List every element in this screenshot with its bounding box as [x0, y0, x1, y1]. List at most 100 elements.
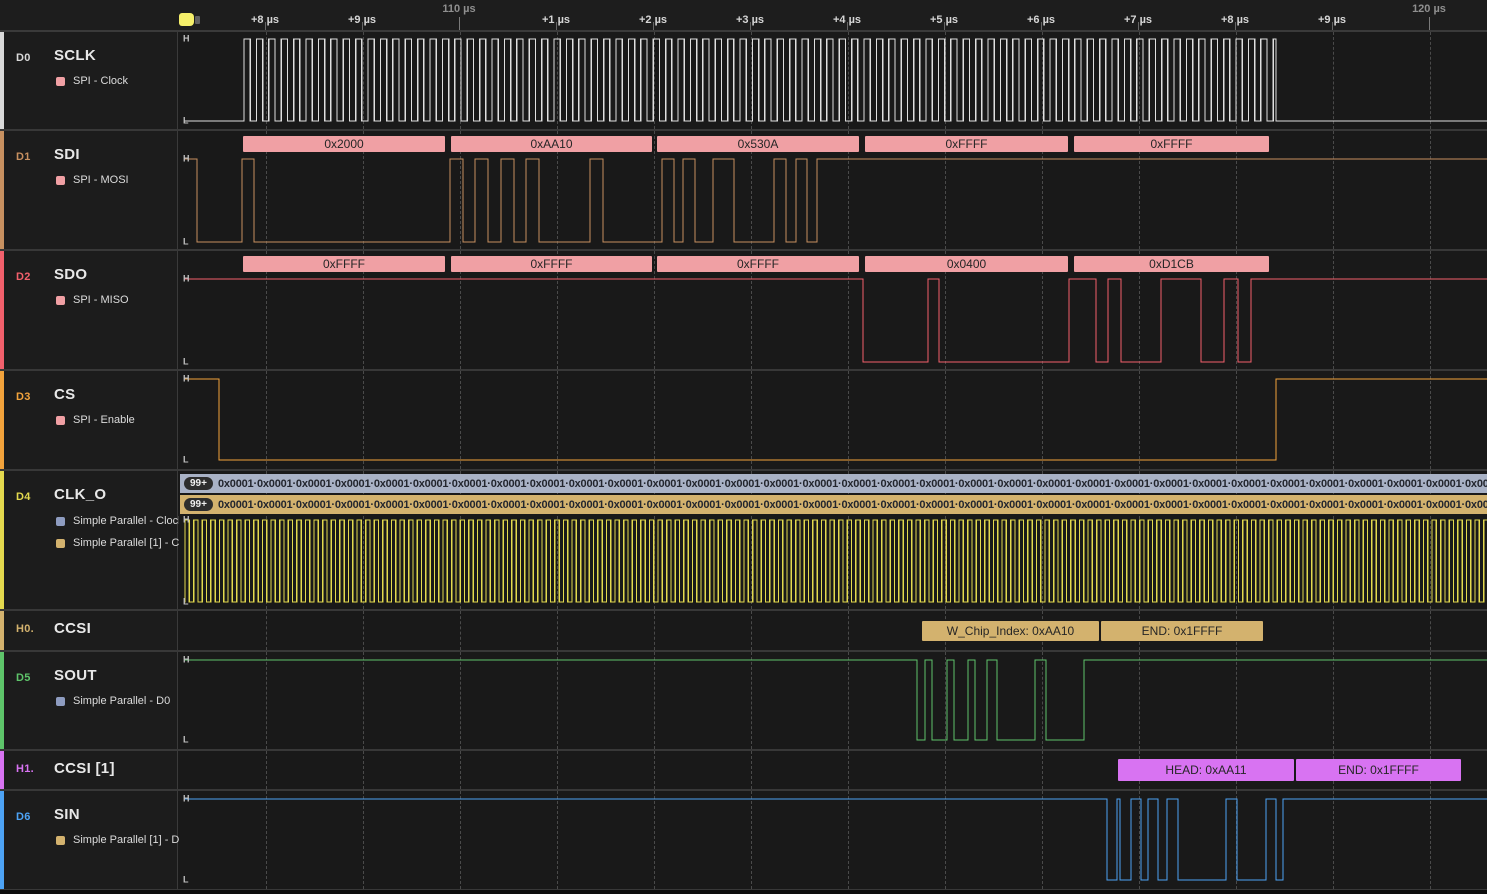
waveform-area-sout[interactable]: H L — [179, 652, 1487, 749]
channel-color-strip — [0, 32, 4, 129]
level-high-label: H — [183, 154, 190, 164]
channel-sidebar-sclk[interactable]: D0 SCLK SPI - Clock — [0, 32, 178, 129]
analyzer-color-swatch — [56, 697, 65, 706]
channel-index-label: D5 — [16, 672, 31, 684]
annotation-box[interactable]: HEAD: 0xAA11 — [1118, 759, 1294, 781]
analyzer-color-swatch — [56, 517, 65, 526]
gridline — [266, 751, 267, 789]
channel-color-strip — [0, 611, 4, 650]
channel-sidebar-ccsi-1[interactable]: H1. CCSI [1] — [0, 751, 178, 789]
channel-sidebar-cs[interactable]: D3 CS SPI - Enable — [0, 371, 178, 469]
analyzer-tag[interactable]: Simple Parallel - D0 — [56, 695, 170, 707]
annotation-box[interactable]: 0xFFFF — [451, 256, 652, 272]
waveform-area-sin[interactable]: H L — [179, 791, 1487, 889]
channel-row-clk-o: D4 CLK_O Simple Parallel - Clock Simple … — [0, 471, 1487, 611]
timeline-tick-mark — [1332, 22, 1333, 30]
annotation-box[interactable]: 0x530A — [657, 136, 859, 152]
gridline — [848, 611, 849, 650]
timeline-tick-mark — [362, 22, 363, 30]
analyzer-tag[interactable]: Simple Parallel [1] - D0 — [56, 834, 186, 846]
channel-name: CCSI — [54, 620, 91, 637]
channel-sidebar-clk-o[interactable]: D4 CLK_O Simple Parallel - Clock Simple … — [0, 471, 178, 609]
gridline — [1333, 611, 1334, 650]
gridline — [751, 751, 752, 789]
channel-color-strip — [0, 791, 4, 889]
level-high-label: H — [183, 515, 190, 525]
channel-color-strip — [0, 131, 4, 249]
annotation-box[interactable]: 0x2000 — [243, 136, 445, 152]
level-low-label: L — [183, 735, 189, 745]
gridline — [945, 751, 946, 789]
gridline — [557, 611, 558, 650]
parallel-values-text: 0x0001·0x0001·0x0001·0x0001·0x0001·0x000… — [218, 499, 1487, 511]
timing-marker-flag[interactable] — [179, 13, 194, 26]
channel-row-ccsi-1: H1. CCSI [1] HEAD: 0xAA11END: 0x1FFFF — [0, 751, 1487, 791]
channel-name: SOUT — [54, 667, 97, 684]
digital-waveform — [179, 32, 1487, 129]
channel-sidebar-sin[interactable]: D6 SIN Simple Parallel [1] - D0 — [0, 791, 178, 889]
analyzer-tag-label: Simple Parallel [1] - D0 — [73, 834, 186, 846]
annotation-box[interactable]: 0xAA10 — [451, 136, 652, 152]
overflow-count-badge: 99+ — [184, 498, 213, 511]
channel-color-strip — [0, 371, 4, 469]
gridline — [363, 611, 364, 650]
parallel-data-row[interactable]: 99+ 0x0001·0x0001·0x0001·0x0001·0x0001·0… — [180, 495, 1487, 514]
logic-analyzer-window: +8 µs+9 µs110 µs+1 µs+2 µs+3 µs+4 µs+5 µ… — [0, 0, 1487, 894]
annotation-box[interactable]: 0xFFFF — [657, 256, 859, 272]
analyzer-tag-label: Simple Parallel [1] - Cl... — [73, 537, 191, 549]
timeline-ruler[interactable]: +8 µs+9 µs110 µs+1 µs+2 µs+3 µs+4 µs+5 µ… — [0, 0, 1487, 32]
channel-sidebar-sdi[interactable]: D1 SDI SPI - MOSI — [0, 131, 178, 249]
channel-row-sclk: D0 SCLK SPI - Clock H L — [0, 32, 1487, 131]
bottom-edge — [0, 890, 1487, 894]
gridline — [1430, 611, 1431, 650]
annotation-box[interactable]: 0xFFFF — [865, 136, 1068, 152]
annotation-box[interactable]: END: 0x1FFFF — [1101, 621, 1263, 641]
level-low-label: L — [183, 597, 189, 607]
timeline-tick-mark — [653, 22, 654, 30]
timeline-tick-mark — [1429, 17, 1430, 30]
timeline-tick-mark — [1041, 22, 1042, 30]
annotation-box[interactable]: 0xFFFF — [243, 256, 445, 272]
channel-index-label: D2 — [16, 271, 31, 283]
gridline — [654, 611, 655, 650]
waveform-area-sdi[interactable]: H L 0x20000xAA100x530A0xFFFF0xFFFF — [179, 131, 1487, 249]
channel-name: CLK_O — [54, 486, 106, 503]
analyzer-tag[interactable]: SPI - Enable — [56, 414, 135, 426]
channel-sidebar-ccsi[interactable]: H0. CCSI — [0, 611, 178, 650]
overflow-count-badge: 99+ — [184, 477, 213, 490]
channel-row-cs: D3 CS SPI - Enable H L — [0, 371, 1487, 471]
channel-rows: D0 SCLK SPI - Clock H L D1 SDI SPI - M — [0, 32, 1487, 894]
analyzer-tag[interactable]: Simple Parallel - Clock — [56, 515, 184, 527]
waveform-area-clk-o[interactable]: 99+ 0x0001·0x0001·0x0001·0x0001·0x0001·0… — [179, 471, 1487, 609]
annotation-area-ccsi[interactable]: W_Chip_Index: 0xAA10END: 0x1FFFF — [179, 611, 1487, 650]
analyzer-tag[interactable]: SPI - Clock — [56, 75, 128, 87]
channel-name: SCLK — [54, 47, 96, 64]
channel-name: CCSI [1] — [54, 760, 115, 777]
channel-row-ccsi: H0. CCSI W_Chip_Index: 0xAA10END: 0x1FFF… — [0, 611, 1487, 652]
annotation-area-ccsi-1[interactable]: HEAD: 0xAA11END: 0x1FFFF — [179, 751, 1487, 789]
annotation-box[interactable]: END: 0x1FFFF — [1296, 759, 1461, 781]
channel-sidebar-sdo[interactable]: D2 SDO SPI - MISO — [0, 251, 178, 369]
channel-index-label: D1 — [16, 151, 31, 163]
parallel-data-row[interactable]: 99+ 0x0001·0x0001·0x0001·0x0001·0x0001·0… — [180, 474, 1487, 493]
analyzer-color-swatch — [56, 296, 65, 305]
analyzer-tag[interactable]: SPI - MOSI — [56, 174, 129, 186]
channel-sidebar-sout[interactable]: D5 SOUT Simple Parallel - D0 — [0, 652, 178, 749]
channel-color-strip — [0, 751, 4, 789]
waveform-area-sclk[interactable]: H L — [179, 32, 1487, 129]
annotation-box[interactable]: 0xFFFF — [1074, 136, 1269, 152]
timeline-tick-mark — [1235, 22, 1236, 30]
annotation-box[interactable]: 0x0400 — [865, 256, 1068, 272]
gridline — [266, 611, 267, 650]
channel-index-label: D6 — [16, 811, 31, 823]
analyzer-tag[interactable]: SPI - MISO — [56, 294, 129, 306]
annotation-box[interactable]: 0xD1CB — [1074, 256, 1269, 272]
analyzer-tag-label: SPI - Enable — [73, 414, 135, 426]
waveform-area-cs[interactable]: H L — [179, 371, 1487, 469]
analyzer-tag[interactable]: Simple Parallel [1] - Cl... — [56, 537, 191, 549]
waveform-area-sdo[interactable]: H L 0xFFFF0xFFFF0xFFFF0x04000xD1CB — [179, 251, 1487, 369]
analyzer-tag-label: SPI - MOSI — [73, 174, 129, 186]
annotation-box[interactable]: W_Chip_Index: 0xAA10 — [922, 621, 1099, 641]
analyzer-tag-label: Simple Parallel - Clock — [73, 515, 184, 527]
timing-marker-fragment — [195, 16, 200, 24]
